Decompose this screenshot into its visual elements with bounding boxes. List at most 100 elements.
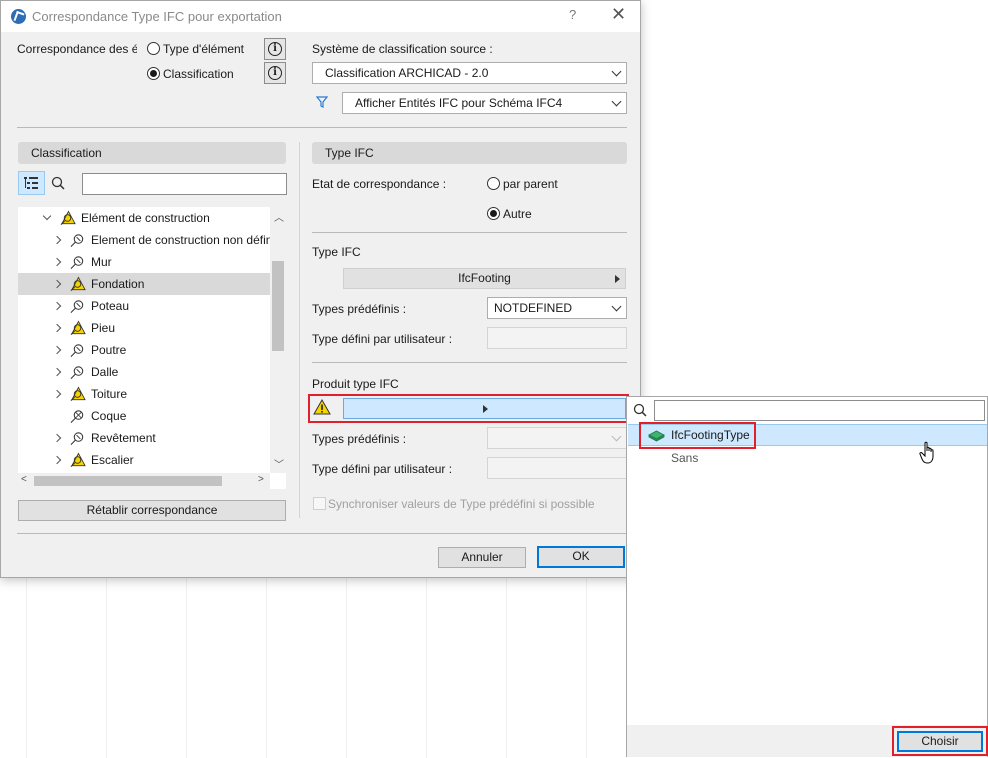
radio-element-type-label: Type d'élément (163, 42, 245, 56)
popup-search-input[interactable] (654, 400, 985, 421)
warning-branch-icon (70, 276, 86, 291)
scroll-right-icon[interactable]: > (258, 474, 264, 485)
ifc-type-value: IfcFooting (458, 271, 511, 285)
tree-item[interactable]: Mur (18, 251, 270, 273)
chevron-right-icon[interactable] (52, 367, 62, 377)
radio-by-parent[interactable] (487, 177, 500, 190)
ok-button[interactable]: OK (537, 546, 625, 568)
chevron-right-icon[interactable] (52, 235, 62, 245)
chevron-right-icon[interactable] (52, 279, 62, 289)
product-type-button[interactable] (343, 398, 626, 419)
section-divider (312, 232, 627, 233)
warning-icon (313, 399, 331, 415)
tree-view-toggle[interactable] (18, 171, 45, 195)
tree-item[interactable]: Poutre (18, 339, 270, 361)
product-predefined-types-select[interactable] (487, 427, 627, 449)
help-button[interactable]: ? (569, 7, 576, 22)
chevron-right-icon[interactable] (52, 323, 62, 333)
source-system-select[interactable]: Classification ARCHICAD - 2.0 (312, 62, 627, 84)
user-defined-type-input[interactable] (487, 327, 627, 349)
ifc-type-button[interactable]: IfcFooting (343, 268, 626, 289)
warning-branch-icon (70, 452, 86, 467)
chevron-right-icon[interactable] (52, 257, 62, 267)
scroll-down-icon[interactable]: ﹀ (274, 456, 284, 471)
close-button[interactable]: ✕ (611, 4, 626, 25)
dialog-title: Correspondance Type IFC pour exportation (32, 9, 282, 24)
arrow-right-icon (483, 405, 488, 413)
tree-horizontal-scrollbar[interactable]: < > (18, 473, 270, 489)
scroll-up-icon[interactable]: ︿ (274, 209, 284, 224)
leaf-icon (70, 410, 84, 423)
tree-item-label: Revêtement (91, 431, 156, 445)
ifc-product-type-popup: IfcFootingType Sans Choisir (626, 396, 988, 757)
radio-classification[interactable] (147, 67, 160, 80)
sync-predefined-checkbox[interactable] (313, 497, 326, 510)
tree-item-label: Escalier (91, 453, 134, 467)
classification-search-input[interactable] (82, 173, 287, 195)
info-icon: i (268, 42, 282, 56)
popup-item-sans[interactable]: Sans (671, 451, 698, 465)
tree-list-icon (24, 177, 38, 189)
bottom-divider (17, 533, 627, 534)
chevron-right-icon[interactable] (52, 389, 62, 399)
tree-item[interactable]: Revêtement (18, 427, 270, 449)
hand-cursor-icon (919, 441, 934, 464)
choose-button[interactable]: Choisir (897, 731, 983, 752)
tree-item[interactable]: Pieu (18, 317, 270, 339)
info-button-classification[interactable]: i (264, 62, 286, 84)
chevron-right-icon[interactable] (52, 455, 62, 465)
scroll-thumb[interactable] (272, 261, 284, 351)
ifc-type-panel-header: Type IFC (312, 142, 627, 164)
chevron-right-icon[interactable] (52, 433, 62, 443)
predefined-types-value: NOTDEFINED (494, 301, 572, 315)
classification-panel-header: Classification (18, 142, 286, 164)
radio-other[interactable] (487, 207, 500, 220)
search-icon (633, 403, 647, 417)
branch-icon (70, 234, 84, 247)
tree-item-label: Poteau (91, 299, 130, 313)
tree-item[interactable]: Fondation (18, 273, 270, 295)
tree-item[interactable]: Dalle (18, 361, 270, 383)
tree-vertical-scrollbar[interactable]: ︿ ﹀ (270, 207, 286, 473)
ifc-footing-type-icon (648, 430, 665, 442)
scroll-left-icon[interactable]: < (21, 474, 27, 485)
warning-branch-icon (60, 210, 76, 225)
chevron-right-icon[interactable] (52, 345, 62, 355)
archicad-app-icon (11, 9, 26, 24)
source-system-value: Classification ARCHICAD - 2.0 (325, 66, 489, 80)
popup-footer: Choisir (627, 725, 988, 757)
section-divider (312, 362, 627, 363)
tree-item[interactable]: Element de construction non défin (18, 229, 273, 251)
cancel-button[interactable]: Annuler (438, 547, 526, 568)
info-button-element-type[interactable]: i (264, 38, 286, 60)
tree-item[interactable]: Elément de construction (18, 207, 270, 229)
popup-item-ifcfootingtype-label: IfcFootingType (671, 428, 750, 442)
info-icon: i (268, 66, 282, 80)
chevron-down-icon (611, 301, 622, 312)
reset-mapping-button[interactable]: Rétablir correspondance (18, 500, 286, 521)
ifc-schema-filter-select[interactable]: Afficher Entités IFC pour Schéma IFC4 (342, 92, 627, 114)
radio-element-type[interactable] (147, 42, 160, 55)
scroll-thumb[interactable] (34, 476, 222, 486)
predefined-types-select[interactable]: NOTDEFINED (487, 297, 627, 319)
tree-item-label: Coque (91, 409, 127, 423)
mapping-state-label: Etat de correspondance : (312, 177, 447, 191)
tree-item-label: Element de construction non défin (91, 233, 273, 247)
tree-item[interactable]: Toiture (18, 383, 270, 405)
tree-item-label: Fondation (91, 277, 145, 291)
tree-item[interactable]: Escalier (18, 449, 270, 471)
chevron-down-icon[interactable] (42, 211, 52, 221)
tree-item[interactable]: Coque (18, 405, 270, 427)
arrow-right-icon (615, 275, 620, 283)
tree-item[interactable]: Poteau (18, 295, 270, 317)
product-user-defined-type-input[interactable] (487, 457, 627, 479)
chevron-down-icon (611, 431, 622, 442)
ifc-schema-filter-value: Afficher Entités IFC pour Schéma IFC4 (355, 96, 563, 110)
classification-tree: Escalier Revêtement Coque Toiture Dalle Poutr… (18, 207, 286, 489)
background-canvas (0, 578, 626, 758)
ifc-type-label: Type IFC (312, 245, 361, 259)
sync-predefined-label: Synchroniser valeurs de Type prédéfini s… (328, 497, 595, 511)
chevron-right-icon[interactable] (52, 301, 62, 311)
product-type-label: Produit type IFC (312, 377, 399, 391)
top-divider (17, 127, 627, 128)
